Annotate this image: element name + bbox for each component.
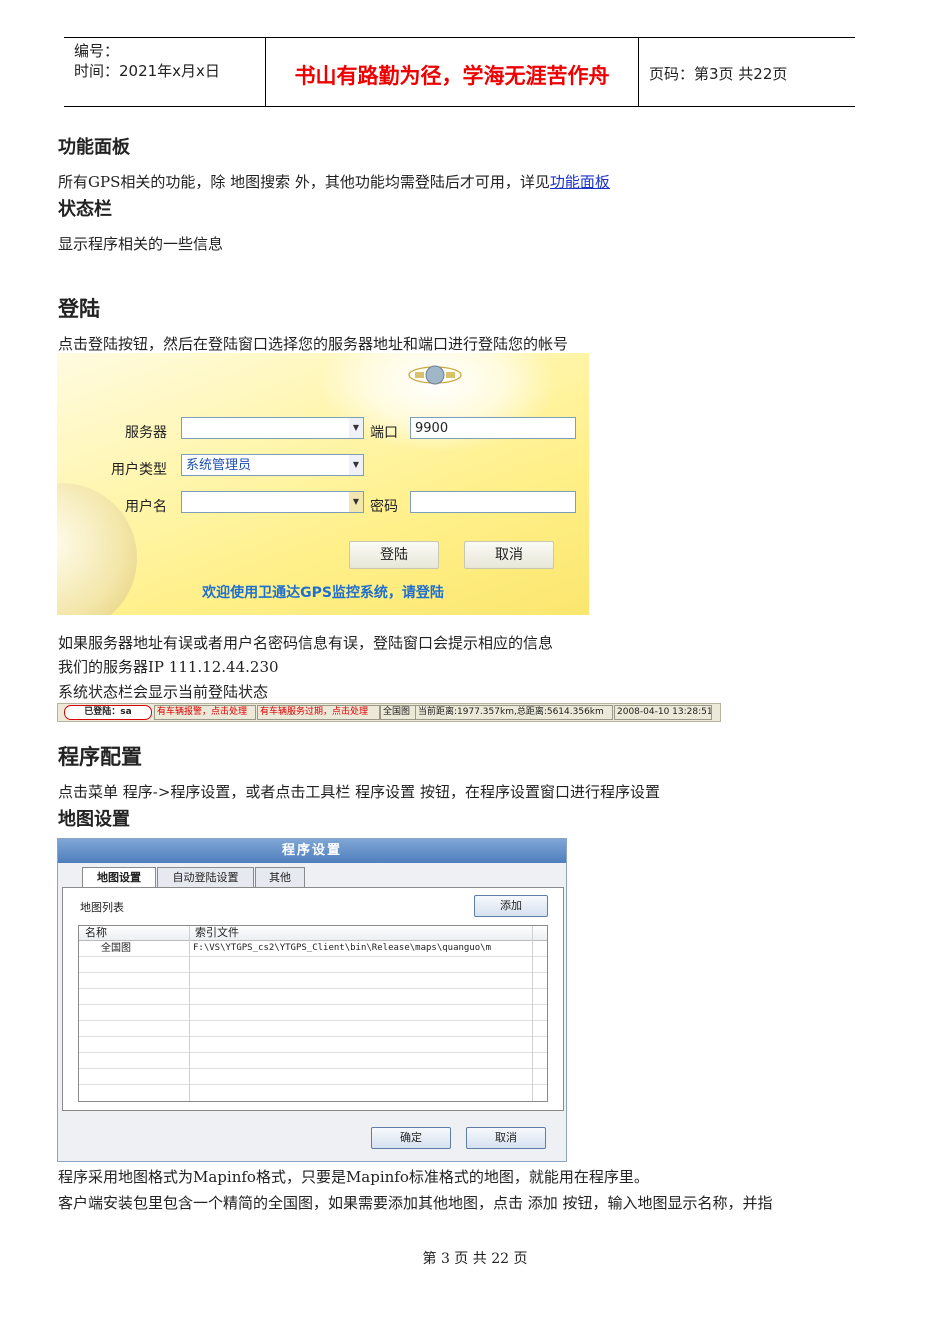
section-heading-status-bar: 状态栏 xyxy=(58,199,112,220)
datetime-readout: 2008-04-10 13:28:51 xyxy=(614,705,712,720)
login-dialog-screenshot: 服务器 ▼ 端口 9900 用户类型 系统管理员 ▼ 用户名 ▼ 密码 登陆 取… xyxy=(57,353,589,615)
user-type-label: 用户类型 xyxy=(111,462,167,478)
tab-map-settings[interactable]: 地图设置 xyxy=(82,867,156,889)
paragraph: 程序采用地图格式为Mapinfo格式，只要是Mapinfo标准格式的地图，就能用… xyxy=(58,1168,649,1186)
paragraph: 显示程序相关的一些信息 xyxy=(58,235,224,253)
section-heading-function-panel: 功能面板 xyxy=(58,137,130,158)
header-motto: 书山有路勤为径，学海无涯苦作舟 xyxy=(294,64,610,88)
section-heading-program-config: 程序配置 xyxy=(58,745,142,769)
table-header: 名称 索引文件 xyxy=(79,926,547,941)
port-label: 端口 xyxy=(370,425,398,441)
port-input[interactable]: 9900 xyxy=(410,417,576,439)
tab-auto-login[interactable]: 自动登陆设置 xyxy=(157,867,254,888)
password-input[interactable] xyxy=(410,491,576,513)
paragraph: 点击登陆按钮，然后在登陆窗口选择您的服务器地址和端口进行登陆您的帐号 xyxy=(58,335,569,353)
header-divider xyxy=(638,38,639,106)
map-name: 全国图 xyxy=(380,705,416,720)
paragraph: 我们的服务器IP 111.12.44.230 xyxy=(58,658,279,676)
page-footer: 第 3 页 共 22 页 xyxy=(422,1251,528,1267)
ok-button[interactable]: 确定 xyxy=(371,1127,451,1149)
server-select[interactable]: ▼ xyxy=(181,417,364,439)
login-button[interactable]: 登陆 xyxy=(349,541,439,569)
dialog-title: 程序设置 xyxy=(58,839,566,863)
expired-notice[interactable]: 有车辆服务过期，点击处理 xyxy=(257,705,380,720)
table-row xyxy=(79,989,547,1005)
server-label: 服务器 xyxy=(125,425,167,441)
column-divider xyxy=(189,926,190,1101)
alarm-notice[interactable]: 有车辆报警，点击处理 xyxy=(154,705,256,720)
table-row[interactable]: 全国图 F:\VS\YTGPS_cs2\YTGPS_Client\bin\Rel… xyxy=(79,941,547,957)
column-header-name: 名称 xyxy=(85,926,107,939)
paragraph: 系统状态栏会显示当前登陆状态 xyxy=(58,683,269,701)
section-heading-login: 登陆 xyxy=(58,297,100,321)
chevron-down-icon[interactable]: ▼ xyxy=(349,418,363,438)
column-divider xyxy=(532,926,533,1101)
map-name-cell: 全国图 xyxy=(101,943,131,954)
paragraph: 如果服务器地址有误或者用户名密码信息有误，登陆窗口会提示相应的信息 xyxy=(58,634,554,652)
table-row xyxy=(79,1005,547,1021)
function-panel-link[interactable]: 功能面板 xyxy=(550,173,610,191)
satellite-icon xyxy=(408,365,462,385)
header-meta: 编号： 时间：2021年x月x日 xyxy=(74,41,220,81)
paragraph-text: 所有GPS相关的功能，除 地图搜索 外，其他功能均需登陆后才可用，详见 xyxy=(58,173,550,191)
settings-dialog-screenshot: 程序设置 地图设置 自动登陆设置 其他 地图列表 添加 名称 索引文件 全国图 … xyxy=(57,838,567,1162)
table-row xyxy=(79,1053,547,1069)
chevron-down-icon[interactable]: ▼ xyxy=(349,492,363,512)
chevron-down-icon[interactable]: ▼ xyxy=(349,455,363,475)
distance-readout: 当前距离:1977.357km,总距离:5614.356km xyxy=(415,705,613,720)
table-row xyxy=(79,957,547,973)
table-row xyxy=(79,1069,547,1085)
header-number: 编号： xyxy=(74,42,120,60)
table-row xyxy=(79,1037,547,1053)
login-state-badge[interactable]: 已登陆：sa xyxy=(64,705,152,720)
map-list-label: 地图列表 xyxy=(80,901,124,914)
index-file-cell: F:\VS\YTGPS_cs2\YTGPS_Client\bin\Release… xyxy=(193,943,492,953)
table-row xyxy=(79,973,547,989)
paragraph: 客户端安装包里包含一个精简的全国图，如果需要添加其他地图，点击 添加 按钮，输入… xyxy=(58,1194,773,1212)
header-page-info: 页码：第3页 共22页 xyxy=(649,65,788,83)
username-label: 用户名 xyxy=(125,499,167,515)
status-bar-screenshot: 已登陆：sa 有车辆报警，点击处理 有车辆服务过期，点击处理 全国图 当前距离:… xyxy=(57,703,721,722)
map-list-table[interactable]: 名称 索引文件 全国图 F:\VS\YTGPS_cs2\YTGPS_Client… xyxy=(78,925,548,1102)
section-heading-map-settings: 地图设置 xyxy=(58,809,130,830)
password-label: 密码 xyxy=(370,499,398,515)
user-type-select[interactable]: 系统管理员 ▼ xyxy=(181,454,364,476)
paragraph: 点击菜单 程序->程序设置，或者点击工具栏 程序设置 按钮，在程序设置窗口进行程… xyxy=(58,783,660,801)
paragraph: 所有GPS相关的功能，除 地图搜索 外，其他功能均需登陆后才可用，详见功能面板 xyxy=(58,171,610,192)
welcome-message: 欢迎使用卫通达GPS监控系统，请登陆 xyxy=(202,585,444,601)
cancel-button[interactable]: 取消 xyxy=(464,541,554,569)
table-row xyxy=(79,1021,547,1037)
column-header-index-file: 索引文件 xyxy=(195,926,239,939)
username-combobox[interactable]: ▼ xyxy=(181,491,364,513)
header-time: 时间：2021年x月x日 xyxy=(74,62,220,80)
add-map-button[interactable]: 添加 xyxy=(474,895,548,917)
user-type-value: 系统管理员 xyxy=(186,458,252,473)
page-header: 编号： 时间：2021年x月x日 书山有路勤为径，学海无涯苦作舟 页码：第3页 … xyxy=(64,37,855,107)
tab-other[interactable]: 其他 xyxy=(255,867,305,888)
cancel-button[interactable]: 取消 xyxy=(466,1127,546,1149)
